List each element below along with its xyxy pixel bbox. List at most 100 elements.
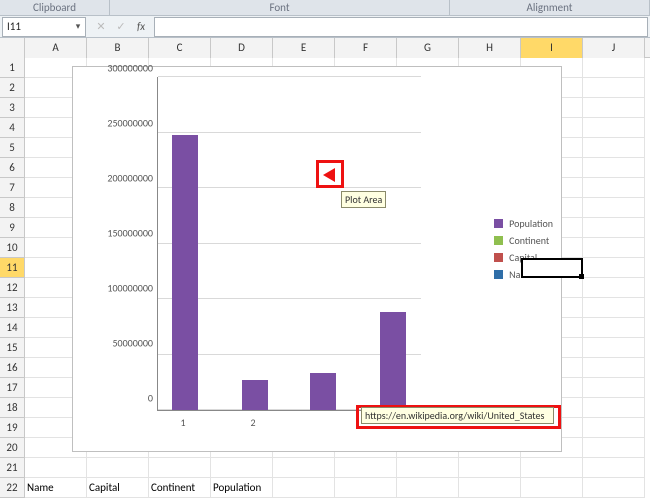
cell[interactable] xyxy=(459,478,521,498)
row-header[interactable]: 18 xyxy=(0,398,25,418)
chart-plot-area[interactable] xyxy=(157,77,421,411)
left-arrow-icon xyxy=(323,168,335,182)
cell[interactable] xyxy=(583,98,645,118)
select-all-corner[interactable] xyxy=(0,38,25,58)
cell[interactable] xyxy=(583,218,645,238)
cell[interactable] xyxy=(521,478,583,498)
row-header[interactable]: 17 xyxy=(0,378,25,398)
row-header[interactable]: 14 xyxy=(0,318,25,338)
cell[interactable] xyxy=(583,258,645,278)
y-tick-label: 200000000 xyxy=(79,172,153,185)
cell[interactable] xyxy=(583,418,645,438)
cell[interactable] xyxy=(397,478,459,498)
x-tick-label: 2 xyxy=(233,416,273,429)
cell[interactable] xyxy=(149,458,211,478)
y-tick-label: 100000000 xyxy=(79,282,153,295)
chart-bar[interactable] xyxy=(380,312,406,410)
legend-swatch-icon xyxy=(494,253,503,262)
legend-item[interactable]: Continent xyxy=(494,234,553,247)
row-header[interactable]: 13 xyxy=(0,298,25,318)
cell[interactable] xyxy=(583,238,645,258)
cell[interactable] xyxy=(25,458,87,478)
column-header[interactable]: G xyxy=(397,38,459,58)
fx-icon[interactable]: fx xyxy=(134,20,148,33)
cell[interactable] xyxy=(583,358,645,378)
chart-bar[interactable] xyxy=(310,373,336,410)
cell[interactable] xyxy=(521,458,583,478)
tooltip-plot-area: Plot Area xyxy=(341,191,386,208)
cell[interactable] xyxy=(583,458,645,478)
cell[interactable] xyxy=(459,458,521,478)
cell[interactable] xyxy=(397,458,459,478)
column-header[interactable]: J xyxy=(583,38,645,58)
cell[interactable] xyxy=(583,378,645,398)
cell[interactable] xyxy=(273,458,335,478)
embedded-chart[interactable]: 0 50000000 100000000 150000000 200000000… xyxy=(72,66,562,452)
cell[interactable] xyxy=(335,478,397,498)
row-header[interactable]: 6 xyxy=(0,158,25,178)
cell[interactable] xyxy=(583,398,645,418)
legend-swatch-icon xyxy=(494,270,503,279)
row-header[interactable]: 5 xyxy=(0,138,25,158)
cell[interactable] xyxy=(583,338,645,358)
row-header[interactable]: 12 xyxy=(0,278,25,298)
cell[interactable] xyxy=(583,478,645,498)
column-header[interactable]: I xyxy=(521,38,583,58)
cell[interactable] xyxy=(583,198,645,218)
cell[interactable]: Continent xyxy=(149,478,211,498)
row-header[interactable]: 15 xyxy=(0,338,25,358)
cell[interactable] xyxy=(583,438,645,458)
chart-bar[interactable] xyxy=(242,380,268,410)
row-header[interactable]: 19 xyxy=(0,418,25,438)
legend-item[interactable]: Population xyxy=(494,217,553,230)
cell[interactable] xyxy=(583,158,645,178)
cell[interactable] xyxy=(583,138,645,158)
cell[interactable] xyxy=(583,178,645,198)
column-header[interactable]: F xyxy=(335,38,397,58)
cell[interactable] xyxy=(583,318,645,338)
row-header[interactable]: 8 xyxy=(0,198,25,218)
cell[interactable]: Name xyxy=(25,478,87,498)
cell[interactable] xyxy=(273,478,335,498)
column-headers: A B C D E F G H I J xyxy=(0,38,650,58)
row-header[interactable]: 22 xyxy=(0,478,25,498)
row-header[interactable]: 2 xyxy=(0,78,25,98)
legend-swatch-icon xyxy=(494,219,503,228)
ribbon-label-alignment: Alignment xyxy=(450,0,650,15)
row-header[interactable]: 11 xyxy=(0,258,25,278)
column-header[interactable]: A xyxy=(25,38,87,58)
row-header[interactable]: 10 xyxy=(0,238,25,258)
cell[interactable] xyxy=(583,298,645,318)
y-tick-label: 150000000 xyxy=(79,227,153,240)
column-header[interactable]: D xyxy=(211,38,273,58)
formula-input[interactable] xyxy=(154,17,648,37)
row-header[interactable]: 4 xyxy=(0,118,25,138)
cell[interactable] xyxy=(211,458,273,478)
ribbon-group-labels: Clipboard Font Alignment xyxy=(0,0,650,16)
row-header[interactable]: 16 xyxy=(0,358,25,378)
cell[interactable] xyxy=(335,458,397,478)
name-box[interactable]: I11 ▾ xyxy=(2,17,86,37)
column-header[interactable]: C xyxy=(149,38,211,58)
cell[interactable] xyxy=(583,278,645,298)
row-header[interactable]: 20 xyxy=(0,438,25,458)
cell[interactable] xyxy=(583,58,645,78)
column-header[interactable]: E xyxy=(273,38,335,58)
column-header[interactable]: H xyxy=(459,38,521,58)
cell[interactable]: Capital xyxy=(87,478,149,498)
row-header[interactable]: 1 xyxy=(0,58,25,78)
row-header[interactable]: 3 xyxy=(0,98,25,118)
row-header[interactable]: 7 xyxy=(0,178,25,198)
cell[interactable]: Population xyxy=(211,478,273,498)
dropdown-icon[interactable]: ▾ xyxy=(71,21,85,32)
cell[interactable] xyxy=(583,118,645,138)
enter-icon[interactable]: ✓ xyxy=(114,20,128,33)
row-header[interactable]: 21 xyxy=(0,458,25,478)
cell[interactable] xyxy=(583,78,645,98)
cell[interactable] xyxy=(87,458,149,478)
formula-bar-icons: ✕ ✓ fx xyxy=(88,20,154,33)
row-header[interactable]: 9 xyxy=(0,218,25,238)
cancel-icon[interactable]: ✕ xyxy=(94,20,108,33)
chart-bar[interactable] xyxy=(172,135,198,410)
column-header[interactable]: B xyxy=(87,38,149,58)
